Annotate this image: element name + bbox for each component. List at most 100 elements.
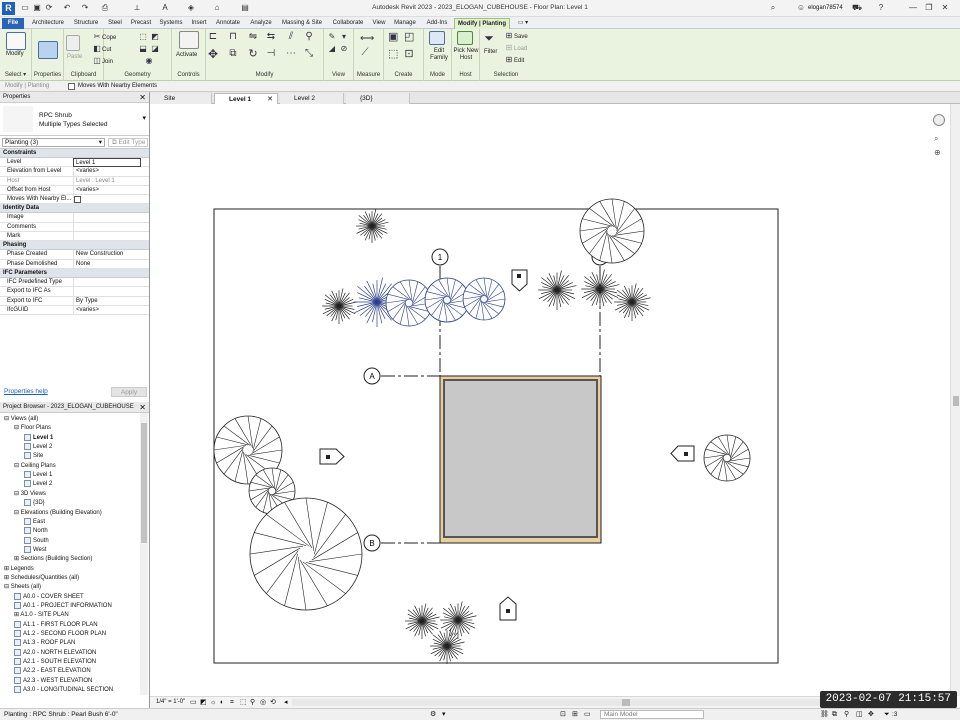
tab-manage[interactable]: Manage	[390, 18, 420, 29]
collapse-icon[interactable]: ⊟	[14, 425, 21, 431]
sun-path-icon[interactable]: ☼	[210, 697, 216, 708]
tree-symbol[interactable]	[322, 288, 357, 324]
sync-icon[interactable]: ⟳	[44, 3, 54, 13]
hide-icon[interactable]: ✎	[327, 32, 337, 42]
open-icon[interactable]: ▭	[20, 3, 30, 13]
move-icon[interactable]: ✥	[208, 48, 218, 60]
align-icon[interactable]: ⊏	[208, 32, 218, 42]
property-group-header[interactable]: IFC Parameters	[0, 268, 149, 278]
view-tab-level-2[interactable]: Level 2	[280, 93, 344, 104]
property-value[interactable]	[73, 213, 141, 223]
temp-hide-icon[interactable]: ⚲	[250, 697, 255, 708]
filter-button[interactable]: Filter	[484, 48, 497, 57]
browser-item[interactable]: Level 1	[24, 433, 53, 442]
search-icon[interactable]: ⌕	[768, 3, 778, 13]
tab-file[interactable]: File	[2, 18, 24, 29]
property-value[interactable]: Level : Level 1	[73, 176, 141, 186]
browser-item[interactable]: A1.2 - SECOND FLOOR PLAN	[14, 630, 106, 638]
tab-structure[interactable]: Structure	[70, 18, 102, 29]
steering-wheel-icon[interactable]	[933, 114, 945, 126]
property-value[interactable]: New Construction	[73, 250, 141, 260]
canvas-vertical-scrollbar[interactable]	[950, 104, 960, 696]
browser-item[interactable]: A0.1 - PROJECT INFORMATION	[14, 602, 112, 610]
tab-modify-planting[interactable]: Modify | Planting	[454, 18, 510, 29]
crop-region-icon[interactable]: ⬚	[240, 697, 247, 708]
property-value[interactable]: <varies>	[73, 185, 141, 195]
active-model-select[interactable]: Main Model	[600, 710, 704, 719]
tab-add-ins[interactable]: Add-Ins	[422, 18, 452, 29]
detail-level-icon[interactable]: ▭	[190, 697, 197, 708]
property-group-header[interactable]: Constraints	[0, 149, 149, 158]
property-row[interactable]: Phase Created New Construction	[0, 250, 149, 260]
save-icon[interactable]: ▣	[32, 3, 42, 13]
tree-symbol[interactable]	[249, 497, 363, 611]
collapse-icon[interactable]: ⊟	[14, 491, 21, 497]
browser-item[interactable]: ⊟ Elevations (Building Elevation)	[14, 509, 102, 517]
create-parts-icon[interactable]: ◰	[404, 32, 414, 43]
worksharing-icon[interactable]: ⚙	[430, 709, 436, 720]
tab-steel[interactable]: Steel	[104, 18, 126, 29]
expand-icon[interactable]: ⊞	[4, 575, 11, 581]
close-icon[interactable]: ✕	[940, 3, 950, 13]
grid-bubble-a[interactable]: A	[363, 367, 381, 385]
grid-bubble-b[interactable]: B	[363, 534, 381, 552]
browser-item[interactable]: ⊟ Views (all)	[4, 415, 38, 423]
select-pinned-icon[interactable]: ⚲	[844, 709, 849, 720]
properties-help-link[interactable]: Properties help	[4, 388, 48, 395]
property-row[interactable]: IFC Predefined Type	[0, 277, 149, 288]
tab-collaborate[interactable]: Collaborate	[328, 18, 368, 29]
visual-style-icon[interactable]: ◩	[200, 697, 207, 708]
print-icon[interactable]: ⎙	[100, 3, 110, 13]
properties-icon[interactable]	[38, 41, 58, 59]
rotate-icon[interactable]: ↻	[248, 49, 258, 60]
paste-button[interactable]: Paste	[67, 53, 82, 62]
maximize-icon[interactable]: ❐	[924, 3, 934, 13]
property-row[interactable]: Export to IFC By Type	[0, 296, 149, 306]
property-value[interactable]: By Type	[73, 296, 141, 306]
create-group-icon[interactable]: ⬚	[388, 49, 398, 60]
property-group-header[interactable]: Identity Data	[0, 204, 149, 214]
join-button[interactable]: ◫Join	[92, 56, 113, 67]
project-browser-close-icon[interactable]: ✕	[139, 402, 146, 413]
edit-family-icon[interactable]	[429, 31, 445, 45]
expand-icon[interactable]: ⊞	[14, 556, 21, 562]
browser-item[interactable]: A0.0 - COVER SHEET	[14, 592, 84, 601]
browser-item[interactable]: A2.0 - NORTH ELEVATION	[14, 648, 96, 657]
select-links-icon[interactable]: ⛓	[820, 709, 829, 720]
browser-item[interactable]: Level 2	[24, 480, 52, 488]
load-selection-button[interactable]: ⊞ Load	[504, 43, 528, 54]
type-selector[interactable]: RPC Shrub Multiple Types Selected ▾	[0, 103, 149, 136]
view-tab-level-1[interactable]: Level 1 ✕	[214, 93, 278, 104]
browser-item[interactable]: A2.2 - EAST ELEVATION	[14, 667, 91, 675]
moves-with-nearby-checkbox[interactable]	[68, 83, 75, 90]
revit-logo[interactable]: R	[2, 2, 15, 15]
geometry-tool-4-icon[interactable]: ◪	[150, 44, 160, 54]
override-icon[interactable]: ▾	[339, 32, 349, 42]
property-row[interactable]: Level Level 1	[0, 158, 149, 168]
browser-scrollbar[interactable]	[140, 413, 148, 695]
drag-elements-icon[interactable]: ✥	[868, 709, 874, 720]
browser-item[interactable]: ⊞ A1.0 - SITE PLAN	[14, 611, 69, 619]
edit-family-button[interactable]: Edit Family	[426, 48, 452, 62]
activate-button[interactable]: Activate	[176, 51, 197, 60]
split-icon[interactable]: ⫽	[286, 32, 296, 42]
property-value[interactable]	[73, 232, 141, 242]
apply-button[interactable]: Apply	[111, 387, 147, 397]
tab-precast[interactable]: Precast	[128, 18, 154, 29]
select-underlay-icon[interactable]: ⧉	[832, 709, 837, 720]
property-row[interactable]: Phase Demolished None	[0, 259, 149, 269]
property-value[interactable]: <varies>	[73, 305, 141, 315]
cart-icon[interactable]: ⛟	[852, 3, 862, 13]
properties-close-icon[interactable]: ✕	[139, 92, 146, 103]
type-dropdown-icon[interactable]: ▾	[142, 114, 146, 122]
property-value[interactable]: Level 1	[73, 158, 141, 167]
tab-annotate[interactable]: Annotate	[212, 18, 244, 29]
property-row[interactable]: Moves With Nearby El...	[0, 195, 149, 205]
copy-icon[interactable]: ⧉	[228, 49, 238, 59]
edit-type-button[interactable]: ⧉ Edit Type	[108, 138, 148, 147]
browser-item[interactable]: ⊞ Legends	[4, 565, 34, 573]
offset-icon[interactable]: ⊓	[228, 32, 238, 42]
text-icon[interactable]: A	[160, 3, 170, 13]
status-tool-2-icon[interactable]: ⊞	[572, 709, 578, 720]
house-footprint[interactable]	[439, 375, 602, 544]
